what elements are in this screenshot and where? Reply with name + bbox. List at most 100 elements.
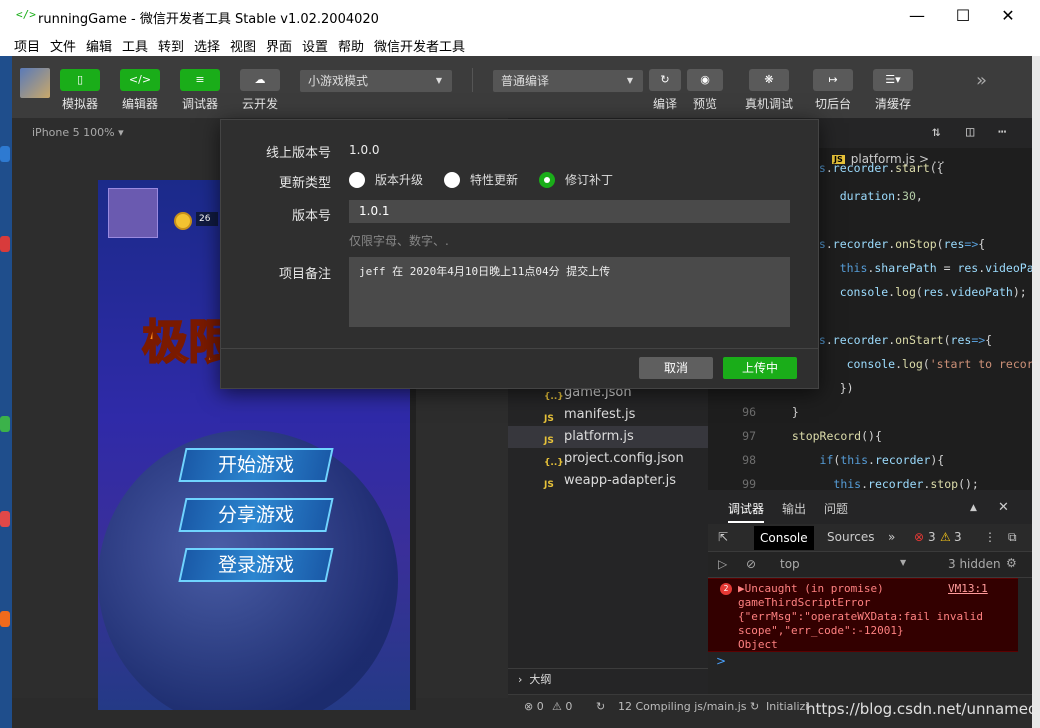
error-message[interactable]: 2 ▶Uncaught (in promise) VM13:1 gameThir… (708, 578, 1018, 652)
close-icon[interactable]: ✕ (990, 4, 1026, 28)
menu-view[interactable]: 视图 (230, 36, 256, 55)
debugger-button[interactable]: ≡ 调试器 (180, 69, 220, 112)
gear-icon[interactable]: ⚙ (1006, 556, 1017, 570)
tab-console[interactable]: Console (754, 526, 814, 550)
hidden-count[interactable]: 3 hidden (948, 557, 1001, 571)
clear-console-icon[interactable]: ⊘ (746, 557, 756, 571)
menu-goto[interactable]: 转到 (158, 36, 184, 55)
sidebar-toggle-icon[interactable]: ▷ (718, 557, 727, 571)
status-errors[interactable]: ⊗ 0 (524, 700, 544, 713)
tab-debugger[interactable]: 调试器 (728, 500, 765, 523)
error-count[interactable]: 3 (928, 530, 936, 544)
compare-icon[interactable]: ⇅ (932, 124, 940, 140)
file-item[interactable]: {..} project.config.json (508, 448, 708, 470)
panel-tabs: 调试器 输出 问题 ▲ ✕ (708, 490, 1032, 524)
tab-sources[interactable]: Sources (827, 530, 874, 544)
code-token: . (861, 477, 869, 491)
line-number: 96 (742, 405, 756, 419)
radio-feature-update[interactable]: 特性更新 (444, 171, 518, 188)
login-game-button[interactable]: 登录游戏 (178, 548, 334, 582)
file-item[interactable]: JS manifest.js (508, 404, 708, 426)
cloud-dev-button[interactable]: ☁ 云开发 (240, 69, 280, 112)
desktop-icon (0, 146, 10, 162)
mode-select[interactable]: 小游戏模式 ▼ (300, 70, 452, 92)
compile-mode-select[interactable]: 普通编译 ▼ (493, 70, 643, 92)
menu-wechat-devtools[interactable]: 微信开发者工具 (374, 36, 465, 55)
version-input[interactable]: 1.0.1 (349, 200, 790, 223)
background-switch-label: 切后台 (814, 97, 851, 111)
online-version-value: 1.0.0 (349, 143, 380, 157)
code-token: recorder (832, 333, 889, 347)
file-item-active[interactable]: JS platform.js (508, 426, 708, 448)
chevron-down-icon[interactable]: ▼ (900, 558, 906, 567)
editor-label: 编辑器 (121, 97, 158, 111)
eye-icon: ◉ (687, 69, 723, 91)
upload-button[interactable]: 上传中 (723, 357, 797, 379)
tab-output[interactable]: 输出 (782, 500, 806, 517)
radio-major-update[interactable]: 版本升级 (349, 171, 423, 188)
chevron-up-icon[interactable]: ▲ (970, 503, 977, 513)
desktop-icon (0, 236, 10, 252)
code-token: this (833, 477, 862, 491)
menu-file[interactable]: 文件 (50, 36, 76, 55)
code-token: (); (958, 477, 979, 491)
more-actions-icon[interactable]: ⋯ (998, 124, 1006, 140)
code-token: log (895, 285, 916, 299)
cloud-icon: ☁ (240, 69, 280, 91)
code-token: recorder (832, 237, 889, 251)
code-token: videoPath (950, 285, 1013, 299)
file-name: weapp-adapter.js (564, 473, 676, 488)
code-token: (){ (861, 429, 882, 443)
warning-count[interactable]: 3 (954, 530, 962, 544)
simulator-button[interactable]: ▯ 模拟器 (60, 69, 100, 112)
device-select[interactable]: iPhone 5 100% ▾ (32, 126, 124, 139)
chevron-down-icon: ▼ (626, 76, 633, 85)
chevron-right-icon: › (518, 673, 530, 686)
line-number: 97 (742, 429, 756, 443)
radio-label: 修订补丁 (565, 173, 614, 187)
menu-tools[interactable]: 工具 (122, 36, 148, 55)
menu-select[interactable]: 选择 (194, 36, 220, 55)
code-token: = (936, 261, 958, 275)
start-game-button[interactable]: 开始游戏 (178, 448, 334, 482)
menu-settings[interactable]: 设置 (302, 36, 328, 55)
menu-project[interactable]: 项目 (14, 36, 40, 55)
code-token: => (964, 237, 979, 251)
background-switch-button[interactable]: ↦ 切后台 (812, 69, 854, 112)
code-token: { (978, 237, 986, 251)
error-source-link[interactable]: VM13:1 (948, 582, 988, 595)
status-warnings[interactable]: ⚠ 0 (552, 700, 572, 713)
code-token: res (950, 333, 972, 347)
compile-button[interactable]: ↻ 编译 (645, 69, 685, 112)
kebab-menu-icon[interactable]: ⋮ (984, 530, 996, 544)
context-select[interactable]: top (780, 557, 800, 571)
remote-debug-button[interactable]: ❋ 真机调试 (743, 69, 795, 112)
code-text: if(this.recorder){ (778, 450, 945, 470)
more-icon[interactable]: » (976, 70, 987, 91)
menu-interface[interactable]: 界面 (266, 36, 292, 55)
menu-edit[interactable]: 编辑 (86, 36, 112, 55)
preview-button[interactable]: ◉ 预览 (685, 69, 725, 112)
close-panel-icon[interactable]: ✕ (998, 500, 1009, 515)
minimize-icon[interactable]: — (899, 4, 935, 28)
inspect-icon[interactable]: ⇱ (718, 530, 728, 544)
editor-button[interactable]: </> 编辑器 (120, 69, 160, 112)
split-editor-icon[interactable]: ◫ (966, 124, 974, 140)
more-tabs-icon[interactable]: » (888, 530, 895, 544)
code-token: recorder (868, 477, 924, 491)
menu-help[interactable]: 帮助 (338, 36, 364, 55)
file-item[interactable]: JS weapp-adapter.js (508, 470, 708, 492)
maximize-icon[interactable]: ☐ (945, 4, 981, 28)
code-token: res (922, 285, 944, 299)
dock-icon[interactable]: ⧉ (1008, 530, 1017, 545)
sync-icon: ↻ (596, 700, 606, 713)
console-prompt[interactable]: > (716, 654, 726, 668)
avatar[interactable] (20, 68, 50, 98)
radio-patch-update[interactable]: 修订补丁 (539, 171, 613, 188)
clear-cache-button[interactable]: ☰▾ 清缓存 (872, 69, 914, 112)
cancel-button[interactable]: 取消 (639, 357, 713, 379)
tab-problems[interactable]: 问题 (824, 500, 848, 517)
outline-section[interactable]: › 大纲 (508, 668, 708, 690)
note-textarea[interactable]: jeff 在 2020年4月10日晚上11点04分 提交上传 (349, 257, 790, 327)
share-game-button[interactable]: 分享游戏 (178, 498, 334, 532)
